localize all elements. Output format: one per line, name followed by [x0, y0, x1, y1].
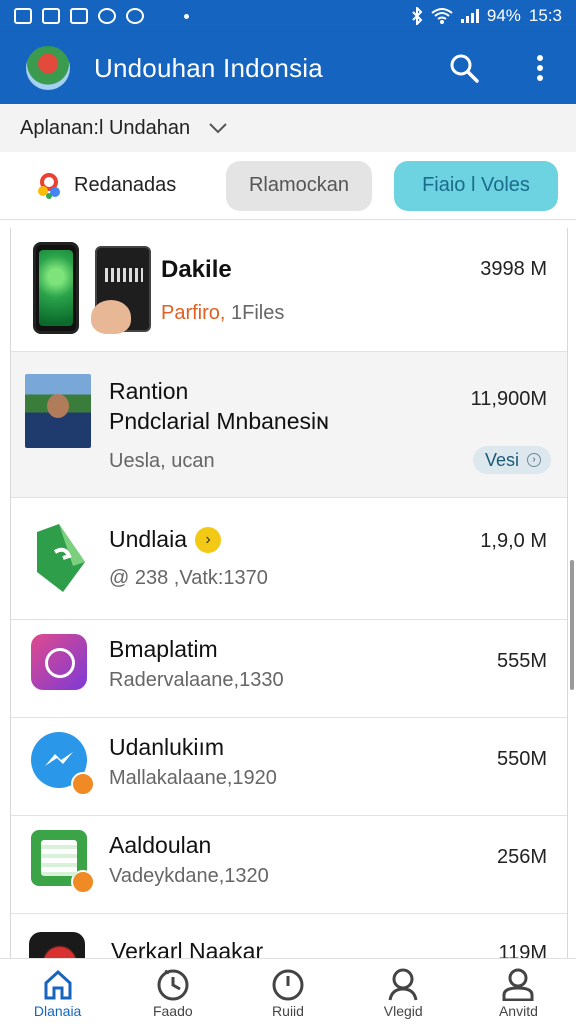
app-notification-icon: [42, 8, 60, 24]
battery-level: 94%: [486, 6, 521, 25]
item-subtitle: @ 238 ,Vatk:1370: [109, 567, 268, 589]
list-item[interactable]: Verkarl Naakar 119M: [11, 914, 567, 958]
media-app-icon: [29, 932, 85, 958]
item-title: Dakile: [161, 256, 232, 283]
item-size: 119M: [498, 942, 547, 958]
item-title: Aaldoulan: [109, 832, 212, 858]
more-vertical-icon: [537, 55, 543, 81]
source-icon: [38, 172, 60, 199]
filter-dropdown[interactable]: Aplanan:l Undahan: [0, 104, 576, 152]
person-photo: [25, 374, 91, 448]
arrow-badge-icon: ›: [195, 526, 221, 553]
notification-icons: [14, 8, 189, 24]
chevron-down-icon: [209, 123, 227, 134]
clock-icon: [157, 969, 189, 1001]
version-badge[interactable]: Vesi ›: [472, 446, 551, 474]
item-title-line2: Pndclarial Mnbanesiɴ: [109, 408, 329, 434]
chip-file-values[interactable]: Fiaio l Voles: [394, 160, 558, 211]
filter-label: Aplanan:l Undahan: [20, 116, 191, 139]
nav-label: Faado: [152, 1003, 193, 1019]
overflow-menu-button[interactable]: [524, 52, 556, 84]
list-item[interactable]: Undlaia › @ 238 ,Vatk:1370 1,9,0 M: [11, 498, 567, 620]
filter-chips: Redanadas Rlamockan Fiaio l Voles: [0, 152, 576, 220]
list-item[interactable]: Rantion Pndclarial Mnbanesiɴ Uesla, ucan…: [11, 352, 567, 498]
scrollbar[interactable]: [570, 560, 574, 690]
account-icon: [502, 968, 534, 1001]
list-item[interactable]: Dakile Parfiro, 1Files 3998 M: [11, 228, 567, 352]
item-size: 550M: [496, 748, 547, 770]
grid-notification-icon: [70, 8, 88, 24]
tag-app-icon: [37, 524, 85, 592]
update-badge-icon: [71, 772, 95, 796]
item-title: Udanlukiım: [109, 734, 225, 760]
source-label[interactable]: Redanadas: [74, 174, 176, 197]
list-item[interactable]: Aaldoulan Vadeykdane,1320 256M: [11, 816, 567, 914]
person-icon: [388, 968, 418, 1001]
search-icon: [450, 54, 479, 83]
item-size: 1,9,0 M: [480, 530, 547, 552]
item-title: Rantion: [109, 378, 189, 404]
nav-label: Anvitd: [498, 1003, 538, 1019]
timer-icon: [272, 969, 304, 1001]
image-notification-icon: [14, 8, 32, 24]
app-title: Undouhan Indonsia: [94, 52, 323, 83]
phone-thumbnail-icon: [33, 242, 79, 334]
nav-label: Dlanaia: [33, 1003, 82, 1019]
app-logo: [26, 46, 70, 90]
signal-icon: [460, 9, 479, 23]
list-item[interactable]: Bmaplatim Radervalaane,1330 555M: [11, 620, 567, 718]
badge-label: Vesi: [484, 449, 519, 470]
nav-label: Vlegid: [383, 1003, 423, 1019]
chat-notification-icon: [126, 8, 144, 24]
app-bar: Undouhan Indonsia: [0, 32, 576, 104]
nav-label: Ruiid: [272, 1003, 304, 1019]
chevron-right-icon: ›: [527, 453, 541, 467]
more-notifications-icon: [184, 13, 189, 19]
status-bar: 94% 15:3: [0, 0, 576, 32]
nav-account[interactable]: Anvitd: [461, 959, 576, 1024]
download-list: Dakile Parfiro, 1Files 3998 M Rantion Pn…: [10, 228, 568, 958]
nav-video[interactable]: Vlegid: [346, 959, 461, 1024]
phone-hand-thumbnail-icon: [91, 246, 151, 334]
shield-notification-icon: [98, 8, 116, 24]
nav-feed[interactable]: Faado: [115, 959, 230, 1024]
update-badge-icon: [71, 870, 95, 894]
bluetooth-icon: [412, 7, 423, 25]
item-subtitle: Parfiro, 1Files: [161, 302, 285, 324]
home-icon: [44, 969, 72, 1000]
wifi-icon: [431, 8, 453, 24]
item-subtitle: Radervalaane,1330: [109, 669, 284, 691]
nav-build[interactable]: Ruiid: [230, 959, 345, 1024]
item-subtitle: Vadeykdane,1320: [109, 865, 269, 887]
item-subtitle: Uesla, ucan: [109, 450, 215, 472]
item-title: Undlaia ›: [109, 526, 268, 553]
item-size: 11,900M: [470, 388, 547, 410]
list-item[interactable]: Udanlukiım Mallakalaane,1920 550M: [11, 718, 567, 816]
item-size: 3998 M: [480, 258, 547, 280]
bottom-navigation: Dlanaia Faado Ruiid Vlegid Anvitd: [0, 958, 576, 1024]
search-button[interactable]: [448, 52, 480, 84]
item-subtitle: Mallakalaane,1920: [109, 767, 277, 789]
nav-home[interactable]: Dlanaia: [0, 959, 115, 1024]
item-title: Bmaplatim: [109, 636, 218, 662]
item-size: 555M: [496, 650, 547, 672]
item-size: 256M: [496, 846, 547, 868]
clock: 15:3: [528, 6, 562, 25]
messenger-app-icon: [31, 732, 95, 796]
item-title: Verkarl Naakar: [111, 938, 264, 958]
chip-recommended[interactable]: Rlamockan: [226, 160, 372, 211]
document-app-icon: [31, 830, 95, 894]
camera-app-icon: [31, 634, 87, 690]
